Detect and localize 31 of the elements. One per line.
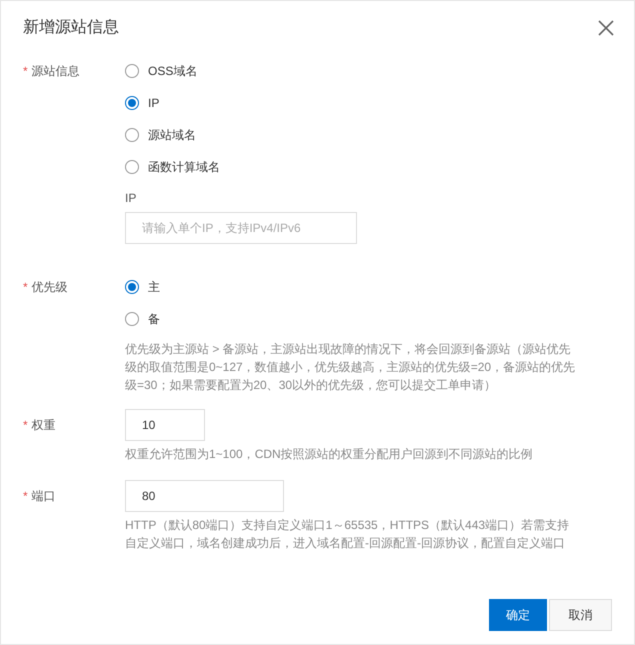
radio-button[interactable] xyxy=(125,128,139,142)
cancel-button[interactable]: 取消 xyxy=(549,599,612,631)
confirm-button[interactable]: 确定 xyxy=(489,599,547,631)
help-text: HTTP（默认80端口）支持自定义端口1～65535，HTTPS（默认443端口）若需支持自定义端口，域名创建成功后，进入域名配置-回源配置-回源协议，配置自定义端口 xyxy=(125,517,570,552)
close-icon[interactable] xyxy=(598,20,614,36)
help-text: 权重允许范围为1~100，CDN按照源站的权重分配用户回源到不同源站的比例 xyxy=(125,446,534,463)
field-label: 优先级 xyxy=(32,279,68,296)
radio-button[interactable] xyxy=(125,312,139,326)
radio-button[interactable] xyxy=(125,64,139,78)
radio-button[interactable] xyxy=(125,160,139,174)
radio-option[interactable]: OSS域名 xyxy=(125,55,198,87)
field-label: 权重 xyxy=(32,417,56,434)
required-asterisk: * xyxy=(23,417,28,434)
radio-option[interactable]: 源站域名 xyxy=(125,119,196,151)
dialog-title: 新增源站信息 xyxy=(23,18,119,38)
radio-button[interactable] xyxy=(125,280,139,294)
field-label: 端口 xyxy=(32,488,56,505)
number-input-field[interactable]: 10 xyxy=(125,409,205,441)
radio-option[interactable]: 主 xyxy=(125,271,160,303)
field-label: IP xyxy=(125,190,136,207)
radio-button[interactable] xyxy=(125,96,139,110)
required-asterisk: * xyxy=(23,63,28,80)
number-input-field[interactable]: 80 xyxy=(125,480,284,512)
required-asterisk: * xyxy=(23,279,28,296)
radio-option[interactable]: 函数计算域名 xyxy=(125,151,220,183)
radio-option[interactable]: IP xyxy=(125,87,160,119)
ip-input-field[interactable]: 请输入单个IP，支持IPv4/IPv6 xyxy=(125,212,357,244)
required-asterisk: * xyxy=(23,488,28,505)
help-text: 优先级为主源站 > 备源站，主源站出现故障的情况下，将会回源到备源站（源站优先级的取值范围是0~127，数值越小，优先级越高，主源站的优先级=20，备源站的优先级=30；如果需要配置为20、30以外的优先级，您可以提交工单申请） xyxy=(125,341,576,394)
field-label: 源站信息 xyxy=(32,63,80,80)
radio-option[interactable]: 备 xyxy=(125,303,160,335)
